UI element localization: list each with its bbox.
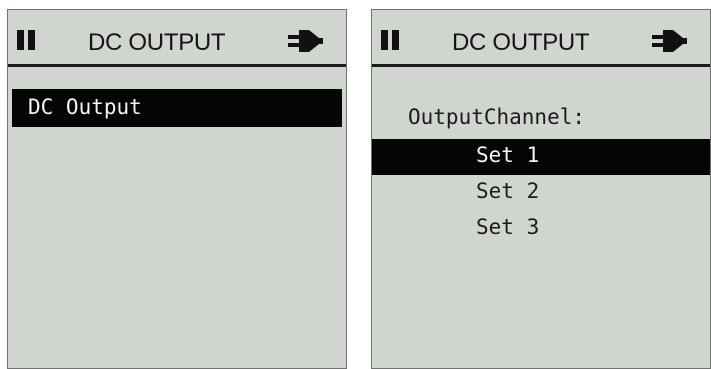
right-device-screen: DC OUTPUT OutputChannel: Set 1 Set 2 Set… [371,9,711,369]
option-set-3[interactable]: Set 3 [372,211,710,247]
plug-icon [288,30,323,52]
option-label: Set 3 [476,215,540,239]
menu-item-label: DC Output [28,95,142,119]
option-set-1[interactable]: Set 1 [372,139,710,175]
pause-icon[interactable] [381,30,399,50]
plug-icon [652,30,687,52]
option-label: Set 1 [476,143,540,167]
screen-title: DC OUTPUT [452,29,590,56]
option-label: Set 2 [476,179,540,203]
channel-selector: OutputChannel: Set 1 Set 2 Set 3 [372,67,710,368]
pause-icon[interactable] [17,30,35,50]
output-channel-label: OutputChannel: [408,105,586,129]
menu-list: DC Output [8,67,346,368]
option-set-2[interactable]: Set 2 [372,175,710,211]
screen-header: DC OUTPUT [8,10,346,65]
screen-header: DC OUTPUT [372,10,710,65]
menu-item-dc-output[interactable]: DC Output [12,89,342,127]
left-device-screen: DC OUTPUT DC Output [7,9,347,369]
screen-title: DC OUTPUT [88,29,226,56]
